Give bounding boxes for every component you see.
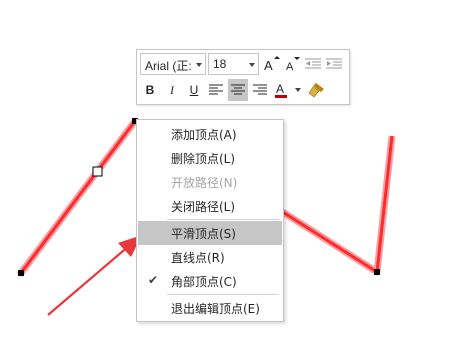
font-color-dropdown[interactable] xyxy=(293,79,303,101)
increase-indent-button[interactable] xyxy=(324,53,344,75)
menu-item-label: 平滑顶点(S) xyxy=(171,227,236,241)
menu-item-label: 添加顶点(A) xyxy=(171,128,237,142)
menu-item-label: 删除顶点(L) xyxy=(171,152,236,166)
align-center-button[interactable] xyxy=(228,79,248,101)
italic-label: I xyxy=(170,83,174,97)
font-size-value: 18 xyxy=(213,57,227,71)
mini-toolbar: Arial (正: 18 A A B I U A xyxy=(136,49,350,105)
menu-item-corner-point[interactable]: ✔ 角部顶点(C) xyxy=(138,269,282,293)
align-right-button[interactable] xyxy=(250,79,270,101)
menu-item-close-path[interactable]: 关闭路径(L) xyxy=(138,194,282,218)
menu-separator xyxy=(167,219,279,220)
shrink-font-button[interactable]: A xyxy=(282,53,302,75)
format-painter-icon xyxy=(308,83,324,98)
bezier-control-handle[interactable] xyxy=(92,166,103,177)
align-left-button[interactable] xyxy=(206,79,226,101)
menu-item-label: 直线点(R) xyxy=(171,251,225,265)
menu-separator xyxy=(167,294,279,295)
chevron-down-icon xyxy=(196,63,202,67)
underline-button[interactable]: U xyxy=(184,79,204,101)
format-painter-button[interactable] xyxy=(307,79,327,101)
menu-item-smooth-point[interactable]: 平滑顶点(S) xyxy=(138,221,282,245)
vertex-context-menu: 添加顶点(A) 删除顶点(L) 开放路径(N) 关闭路径(L) 平滑顶点(S) … xyxy=(136,119,284,322)
increase-indent-icon xyxy=(326,58,342,69)
menu-item-exit-edit-points[interactable]: 退出编辑顶点(E) xyxy=(138,296,282,320)
chevron-down-icon xyxy=(249,63,255,67)
menu-item-label: 开放路径(N) xyxy=(171,176,238,190)
font-shrink-icon: A xyxy=(286,57,300,73)
menu-item-add-vertex[interactable]: 添加顶点(A) xyxy=(138,122,282,146)
menu-item-delete-vertex[interactable]: 删除顶点(L) xyxy=(138,146,282,170)
vertex-handle[interactable] xyxy=(374,269,380,275)
font-grow-icon: A xyxy=(264,56,280,73)
decrease-indent-icon xyxy=(305,58,321,69)
bold-button[interactable]: B xyxy=(140,79,160,101)
checkmark-icon: ✔ xyxy=(148,273,159,287)
svg-text:A: A xyxy=(264,58,273,73)
font-color-button[interactable]: A xyxy=(273,79,293,101)
underline-label: U xyxy=(189,83,199,97)
decrease-indent-button[interactable] xyxy=(303,53,323,75)
align-center-icon xyxy=(231,84,245,95)
menu-item-label: 退出编辑顶点(E) xyxy=(171,302,260,316)
align-left-icon xyxy=(209,84,223,95)
menu-item-open-path: 开放路径(N) xyxy=(138,170,282,194)
menu-item-straight-point[interactable]: 直线点(R) xyxy=(138,245,282,269)
svg-text:A: A xyxy=(276,82,284,96)
align-right-icon xyxy=(253,84,267,95)
font-name-value: Arial (正: xyxy=(145,59,192,73)
font-color-icon: A xyxy=(275,82,287,98)
menu-item-label: 关闭路径(L) xyxy=(171,200,236,214)
italic-button[interactable]: I xyxy=(162,79,182,101)
grow-font-button[interactable]: A xyxy=(261,53,281,75)
font-name-dropdown[interactable]: Arial (正: xyxy=(140,53,206,75)
font-size-dropdown[interactable]: 18 xyxy=(208,53,259,75)
menu-item-label: 角部顶点(C) xyxy=(171,275,237,289)
annotation-arrow xyxy=(47,235,142,316)
chevron-down-icon xyxy=(295,88,301,92)
bold-label: B xyxy=(145,83,155,97)
vertex-handle[interactable] xyxy=(18,270,24,276)
svg-text:A: A xyxy=(286,61,294,73)
